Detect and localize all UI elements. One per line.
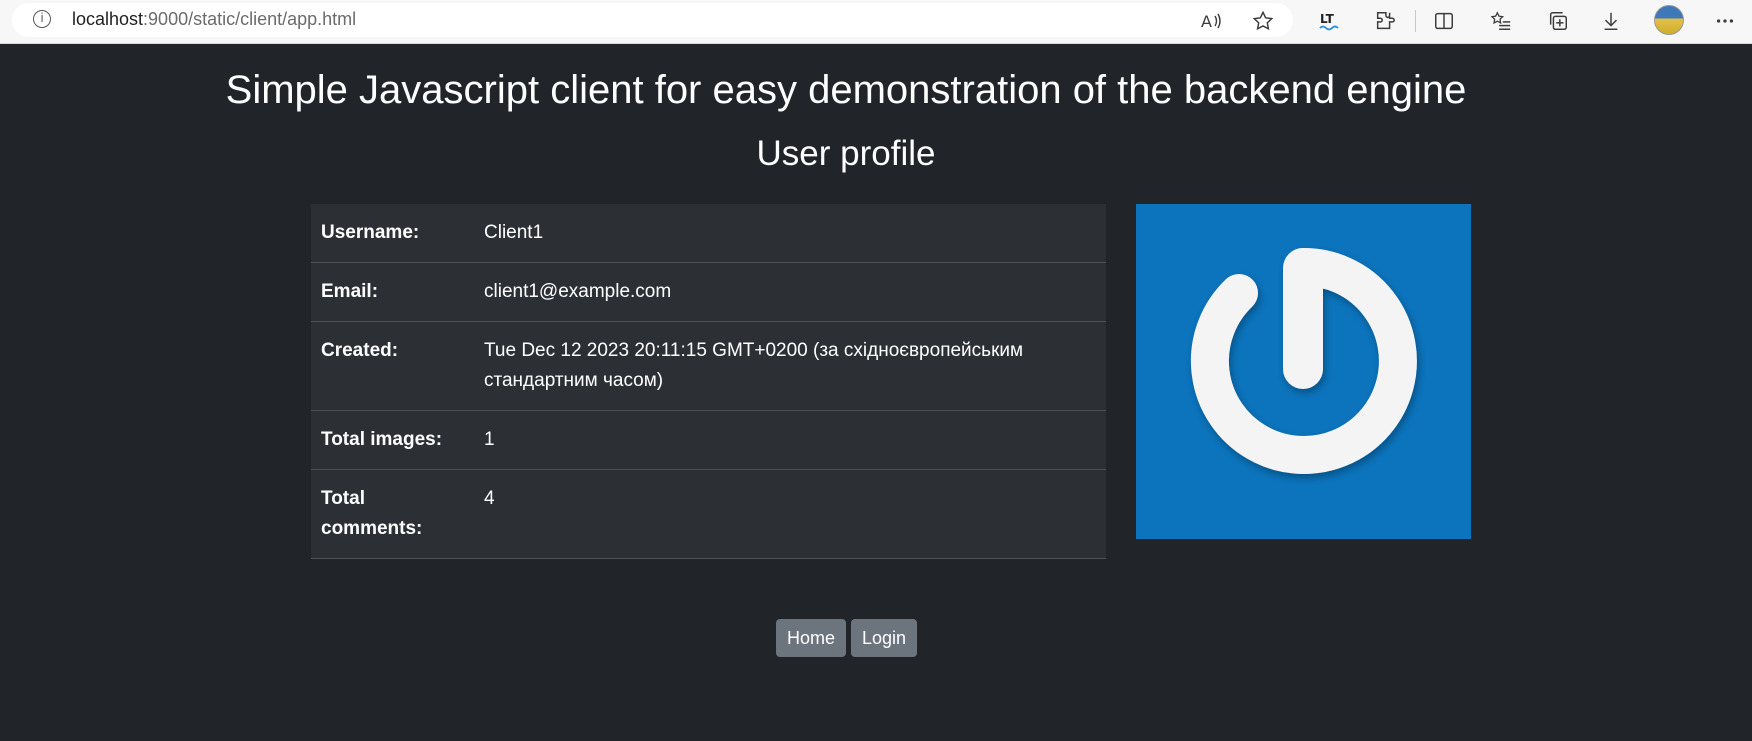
read-aloud-icon[interactable]: A bbox=[1199, 8, 1225, 34]
page-title: Simple Javascript client for easy demons… bbox=[225, 68, 1467, 112]
power-logo-icon bbox=[1190, 247, 1417, 474]
created-label: Created: bbox=[311, 321, 474, 411]
site-info-icon[interactable]: i bbox=[33, 10, 51, 28]
downloads-icon[interactable] bbox=[1598, 8, 1624, 34]
browser-toolbar: i localhost:9000/static/client/app.html … bbox=[0, 0, 1752, 44]
svg-text:LT: LT bbox=[1320, 12, 1335, 26]
total-comments-value: 4 bbox=[474, 469, 1106, 559]
favorite-star-icon[interactable] bbox=[1250, 8, 1276, 34]
table-row: Created: Tue Dec 12 2023 20:11:15 GMT+02… bbox=[311, 321, 1106, 411]
profile-avatar[interactable] bbox=[1654, 5, 1684, 35]
favorites-list-icon[interactable] bbox=[1488, 8, 1514, 34]
more-menu-icon[interactable] bbox=[1712, 8, 1738, 34]
profile-picture bbox=[1136, 204, 1471, 539]
split-screen-icon[interactable] bbox=[1431, 8, 1457, 34]
svg-text:A: A bbox=[1201, 12, 1212, 31]
extensions-icon[interactable] bbox=[1372, 8, 1398, 34]
total-images-label: Total images: bbox=[311, 410, 474, 470]
total-images-value: 1 bbox=[474, 410, 1106, 470]
total-comments-label: Total comments: bbox=[311, 469, 474, 559]
collections-icon[interactable] bbox=[1545, 8, 1571, 34]
table-row: Username: Client1 bbox=[311, 204, 1106, 263]
url-text[interactable]: localhost:9000/static/client/app.html bbox=[72, 9, 356, 30]
created-value: Tue Dec 12 2023 20:11:15 GMT+0200 (за сх… bbox=[474, 321, 1106, 411]
table-row: Total images: 1 bbox=[311, 410, 1106, 470]
table-row: Total comments: 4 bbox=[311, 469, 1106, 559]
login-button[interactable]: Login bbox=[851, 619, 918, 657]
section-title: User profile bbox=[756, 134, 936, 173]
email-value: client1@example.com bbox=[474, 262, 1106, 322]
username-value: Client1 bbox=[474, 204, 1106, 263]
email-label: Email: bbox=[311, 262, 474, 322]
languagetool-icon[interactable]: LT bbox=[1317, 8, 1343, 34]
home-button[interactable]: Home bbox=[776, 619, 847, 657]
toolbar-separator bbox=[1415, 10, 1416, 32]
table-row: Email: client1@example.com bbox=[311, 262, 1106, 322]
profile-table: Username: Client1 Email: client1@example… bbox=[311, 204, 1106, 559]
username-label: Username: bbox=[311, 204, 474, 263]
